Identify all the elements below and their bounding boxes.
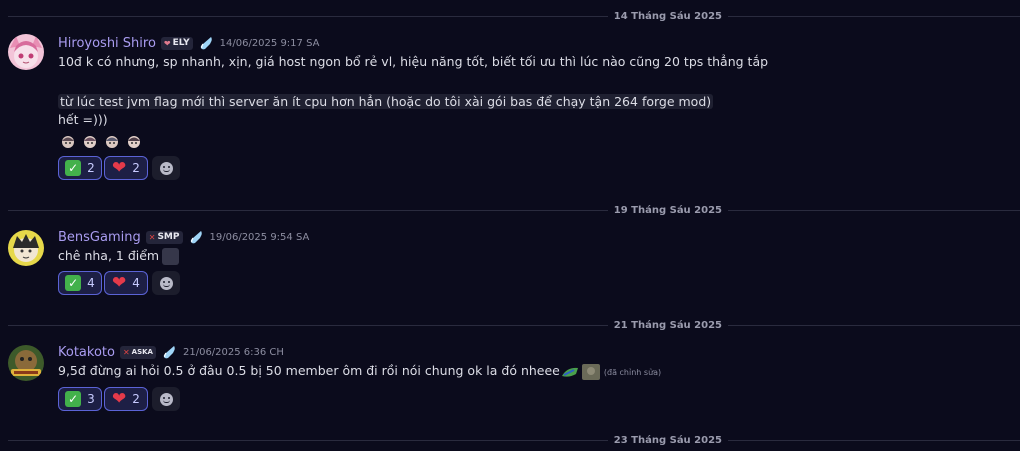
message-feed: 14 Tháng Sáu 2025 Hiroyoshi Shiro ❤ ELY: [0, 0, 1020, 451]
anime-emoji-icon: [84, 136, 96, 148]
server-tag-label: SMP: [157, 232, 180, 242]
message-line: 10đ k có nhưng, sp nhanh, xịn, giá host …: [58, 54, 769, 69]
check-mark-button-icon: ✓: [65, 275, 82, 291]
avatar[interactable]: [8, 345, 44, 381]
nitro-boost-icon[interactable]: [198, 35, 214, 51]
reactions-bar: ✓ 3 ❤ 2: [58, 387, 180, 411]
date-divider: 19 Tháng Sáu 2025: [8, 203, 1020, 217]
emoji-row: [60, 135, 142, 149]
check-mark-button-icon: ✓: [65, 391, 82, 407]
author-name[interactable]: Kotakoto: [58, 345, 115, 360]
timestamp[interactable]: 21/06/2025 6:36 CH: [183, 347, 284, 358]
anime-emoji-icon: [62, 136, 74, 148]
reaction-heart[interactable]: ❤ 2: [104, 156, 148, 180]
avatar[interactable]: [8, 34, 44, 70]
date-divider-label: 14 Tháng Sáu 2025: [613, 10, 722, 22]
heart-tag-icon: ❤: [163, 38, 171, 48]
nitro-boost-icon[interactable]: [161, 344, 177, 360]
author-name[interactable]: BensGaming: [58, 230, 141, 245]
date-divider-label: 21 Tháng Sáu 2025: [613, 319, 722, 331]
reaction-heart[interactable]: ❤ 2: [104, 387, 148, 411]
server-tag[interactable]: ✕ SMP: [145, 230, 183, 244]
red-heart-icon: ❤: [112, 158, 127, 178]
nitro-boost-icon[interactable]: [188, 229, 204, 245]
reactions-bar: ✓ 4 ❤ 4: [58, 271, 180, 295]
add-reaction-icon: [159, 161, 173, 175]
reactions-bar: ✓ 2 ❤ 2: [58, 156, 180, 180]
add-reaction-button[interactable]: [152, 156, 180, 180]
reaction-check[interactable]: ✓ 3: [58, 387, 102, 411]
message-text: 9,5đ đừng ai hỏi 0.5 ở đâu 0.5 bị 50 mem…: [58, 363, 560, 378]
custom-emoji-icon: [561, 367, 578, 377]
sword-tag-icon: ✕: [122, 347, 130, 357]
add-reaction-button[interactable]: [152, 271, 180, 295]
avatar[interactable]: [8, 230, 44, 266]
reaction-check[interactable]: ✓ 2: [58, 156, 102, 180]
message-line: từ lúc test jvm flag mới thì server ăn í…: [58, 92, 714, 112]
server-tag[interactable]: ❤ ELY: [160, 36, 193, 50]
reaction-heart[interactable]: ❤ 4: [104, 271, 148, 295]
add-reaction-button[interactable]: [152, 387, 180, 411]
sword-tag-icon: ✕: [148, 232, 156, 242]
custom-emoji-icon: [581, 363, 600, 380]
red-heart-icon: ❤: [112, 389, 127, 409]
reaction-count: 2: [87, 161, 95, 175]
server-tag-label: ASKA: [131, 348, 153, 356]
check-mark-button-icon: ✓: [65, 160, 82, 176]
anime-emoji-icon: [128, 136, 140, 148]
add-reaction-icon: [159, 392, 173, 406]
add-reaction-icon: [159, 276, 173, 290]
author-name[interactable]: Hiroyoshi Shiro: [58, 36, 156, 51]
server-tag-label: ELY: [172, 38, 190, 48]
date-divider: 21 Tháng Sáu 2025: [8, 318, 1020, 332]
server-tag[interactable]: ✕ ASKA: [119, 345, 156, 359]
red-heart-icon: ❤: [112, 273, 127, 293]
anime-emoji-icon: [106, 136, 118, 148]
date-divider-label: 19 Tháng Sáu 2025: [613, 204, 722, 216]
edited-label: (đã chỉnh sửa): [603, 368, 662, 377]
highlighted-text: từ lúc test jvm flag mới thì server ăn í…: [58, 94, 714, 109]
timestamp[interactable]: 14/06/2025 9:17 SA: [220, 38, 320, 49]
date-divider-label: 23 Tháng Sáu 2025: [613, 434, 722, 446]
reaction-count: 4: [132, 276, 140, 290]
date-divider: 23 Tháng Sáu 2025: [8, 433, 1020, 447]
date-divider: 14 Tháng Sáu 2025: [8, 9, 1020, 23]
message-line: 9,5đ đừng ai hỏi 0.5 ở đâu 0.5 bị 50 mem…: [58, 361, 661, 383]
message-line: hết =))): [58, 112, 108, 127]
message-line: chê nha, 1 điểm: [58, 246, 180, 266]
timestamp[interactable]: 19/06/2025 9:54 SA: [210, 232, 310, 243]
custom-emoji-icon: [162, 248, 180, 265]
reaction-count: 4: [87, 276, 95, 290]
reaction-count: 3: [87, 392, 95, 406]
reaction-count: 2: [132, 392, 140, 406]
message-text: chê nha, 1 điểm: [58, 248, 160, 263]
reaction-count: 2: [132, 161, 140, 175]
reaction-check[interactable]: ✓ 4: [58, 271, 102, 295]
